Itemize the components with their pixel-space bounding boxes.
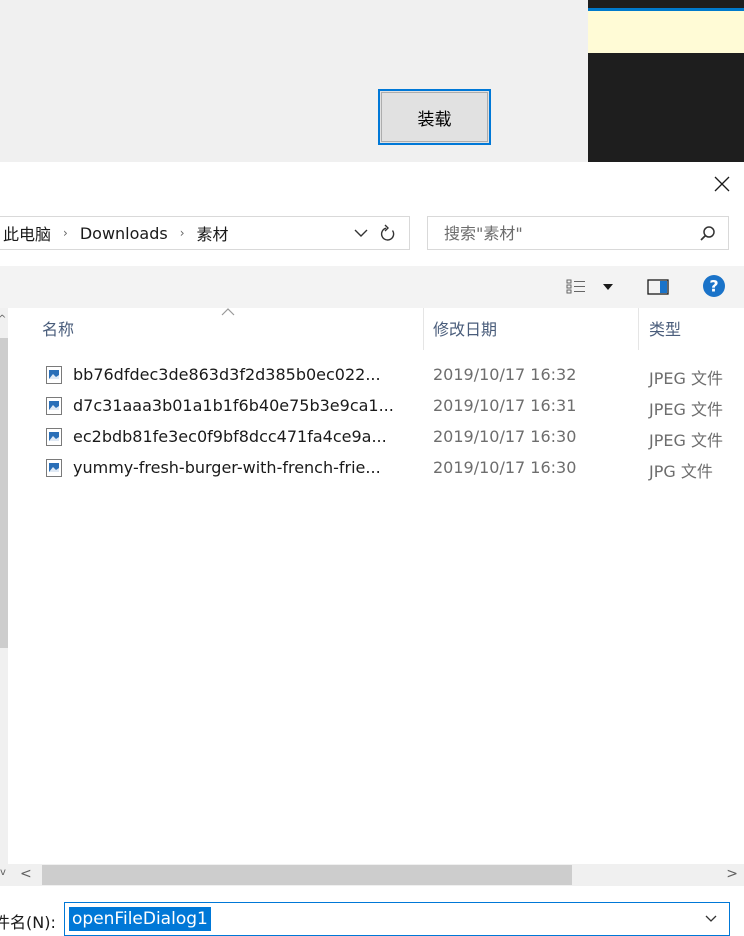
sort-ascending-icon <box>221 308 235 316</box>
file-name: d7c31aaa3b01a1b1f6b40e75b3e9ca1... <box>73 396 394 415</box>
scroll-right-arrow-icon[interactable]: > <box>726 866 738 882</box>
view-options-icon[interactable] <box>565 276 617 298</box>
file-type: JPEG 文件 <box>649 431 723 450</box>
column-header-name[interactable]: 名称 <box>42 316 74 340</box>
filename-label: 件名(N): <box>0 913 56 932</box>
breadcrumb-downloads[interactable]: Downloads <box>76 224 172 243</box>
file-date: 2019/10/17 16:32 <box>433 365 577 384</box>
column-divider[interactable] <box>423 308 424 350</box>
refresh-icon[interactable] <box>377 223 399 245</box>
image-file-icon <box>46 397 62 415</box>
background-editor-panel <box>588 0 744 162</box>
scroll-up-arrow-icon[interactable]: ^ <box>0 314 6 325</box>
breadcrumb-separator-icon[interactable]: › <box>55 226 76 240</box>
search-icon[interactable] <box>698 224 718 244</box>
image-file-icon <box>46 459 62 477</box>
file-date: 2019/10/17 16:30 <box>433 458 577 477</box>
address-bar[interactable]: 此电脑 › Downloads › 素材 <box>0 216 410 250</box>
load-button[interactable]: 装载 <box>378 89 491 145</box>
image-file-icon <box>46 428 62 446</box>
image-file-icon <box>46 366 62 384</box>
scroll-left-arrow-icon[interactable]: < <box>20 866 32 882</box>
scroll-down-arrow-icon[interactable]: v <box>0 867 6 878</box>
background-form: 装载 <box>0 0 588 162</box>
breadcrumb-current-folder[interactable]: 素材 <box>193 221 233 245</box>
file-type: JPG 文件 <box>649 462 713 481</box>
breadcrumb-this-pc[interactable]: 此电脑 <box>0 221 55 245</box>
file-row[interactable]: d7c31aaa3b01a1b1f6b40e75b3e9ca1... 2019/… <box>44 392 744 423</box>
close-icon[interactable] <box>710 172 734 196</box>
dialog-toolbar: ? <box>0 266 744 308</box>
file-name: ec2bdb81fe3ec0f9bf8dcc471fa4ce9a... <box>73 427 387 446</box>
nav-pane-scrollbar[interactable]: ^ <box>0 308 8 864</box>
chevron-down-icon[interactable] <box>703 911 719 927</box>
help-icon[interactable]: ? <box>702 274 726 298</box>
breadcrumb-separator-icon[interactable]: › <box>172 226 193 240</box>
open-file-dialog: 此电脑 › Downloads › 素材 搜索"素材" ? ^ 名称 修改日期 … <box>0 162 744 936</box>
file-list: ^ 名称 修改日期 类型 bb76dfdec3de863d3f2d385b0ec… <box>0 308 744 864</box>
file-type: JPEG 文件 <box>649 369 723 388</box>
file-name: bb76dfdec3de863d3f2d385b0ec022... <box>73 365 381 384</box>
filename-field[interactable]: openFileDialog1 <box>64 902 730 936</box>
file-name: yummy-fresh-burger-with-french-frie... <box>73 458 381 477</box>
editor-highlight-bar <box>588 11 744 53</box>
column-divider[interactable] <box>638 308 639 350</box>
column-header-date[interactable]: 修改日期 <box>433 316 497 340</box>
horizontal-scrollbar[interactable]: v < > <box>0 864 744 886</box>
scrollbar-thumb[interactable] <box>0 338 8 648</box>
preview-pane-icon[interactable] <box>646 276 670 298</box>
search-input[interactable] <box>442 222 686 244</box>
load-button-label: 装载 <box>417 109 452 130</box>
scrollbar-thumb[interactable] <box>42 865 572 885</box>
file-date: 2019/10/17 16:31 <box>433 396 577 415</box>
file-row[interactable]: ec2bdb81fe3ec0f9bf8dcc471fa4ce9a... 2019… <box>44 423 744 454</box>
column-header-type[interactable]: 类型 <box>649 316 681 340</box>
file-date: 2019/10/17 16:30 <box>433 427 577 446</box>
search-box[interactable] <box>427 216 729 250</box>
svg-text:?: ? <box>709 277 718 296</box>
editor-body <box>588 53 744 162</box>
filename-input-selected-text[interactable]: openFileDialog1 <box>69 907 211 931</box>
file-type: JPEG 文件 <box>649 400 723 419</box>
file-row[interactable]: yummy-fresh-burger-with-french-frie... 2… <box>44 454 744 485</box>
chevron-down-icon[interactable] <box>351 225 371 241</box>
file-row[interactable]: bb76dfdec3de863d3f2d385b0ec022... 2019/1… <box>44 361 744 392</box>
